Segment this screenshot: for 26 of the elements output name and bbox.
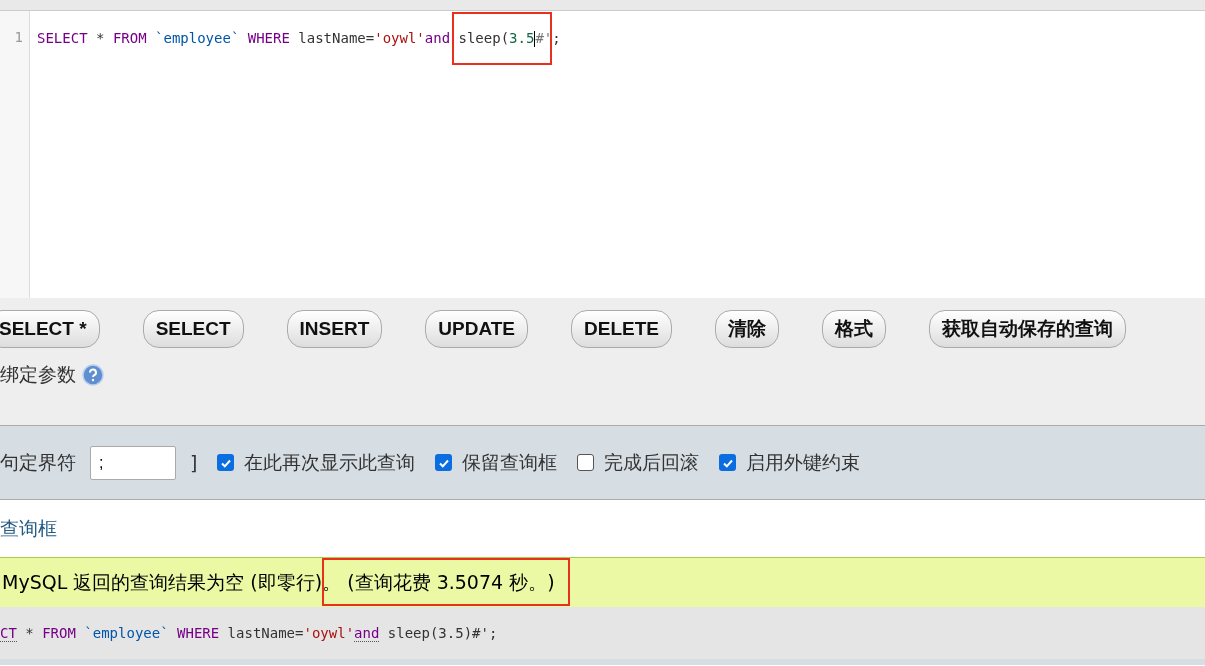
checkbox-label: 启用外键约束 [746,449,861,475]
checkbox[interactable] [435,454,453,471]
query-button[interactable]: SELECT [142,310,244,348]
query-button[interactable]: 清除 [714,310,779,348]
delimiter-label: 句定界符 [0,449,76,475]
query-button[interactable]: UPDATE [425,310,528,348]
checkbox-label: 在此再次显示此查询 [244,449,416,475]
success-message: MySQL 返回的查询结果为空 (即零行)。 (查询花费 3.5074 秒。) [0,557,1205,607]
query-button[interactable]: INSERT [286,310,383,348]
checkbox-label: 完成后回滚 [604,449,700,475]
query-box-link[interactable]: 查询框 [0,515,57,542]
bracket-text: ] [190,451,198,474]
delimiter-field[interactable]: ; [90,445,176,480]
query-button[interactable]: SELECT * [0,310,100,348]
line-number: 1 [14,29,24,47]
executed-sql: CT * FROM `employee` WHERE lastName='oywl'and sleep(3.5)#'; [0,625,498,641]
query-button[interactable]: 格式 [821,310,886,348]
checkbox-label: 保留查询框 [462,449,558,475]
help-icon[interactable] [82,364,104,386]
query-button[interactable]: DELETE [571,310,672,348]
checkbox[interactable] [577,454,595,471]
sql-code-line[interactable]: SELECT * FROM `employee` WHERE lastName='oywl'and sleep(3.5#'; [30,11,561,47]
checkbox[interactable] [217,454,235,471]
query-button[interactable]: 获取自动保存的查询 [928,310,1126,348]
bind-parameters-label: 绑定参数 [0,362,76,387]
checkbox[interactable] [719,454,737,471]
